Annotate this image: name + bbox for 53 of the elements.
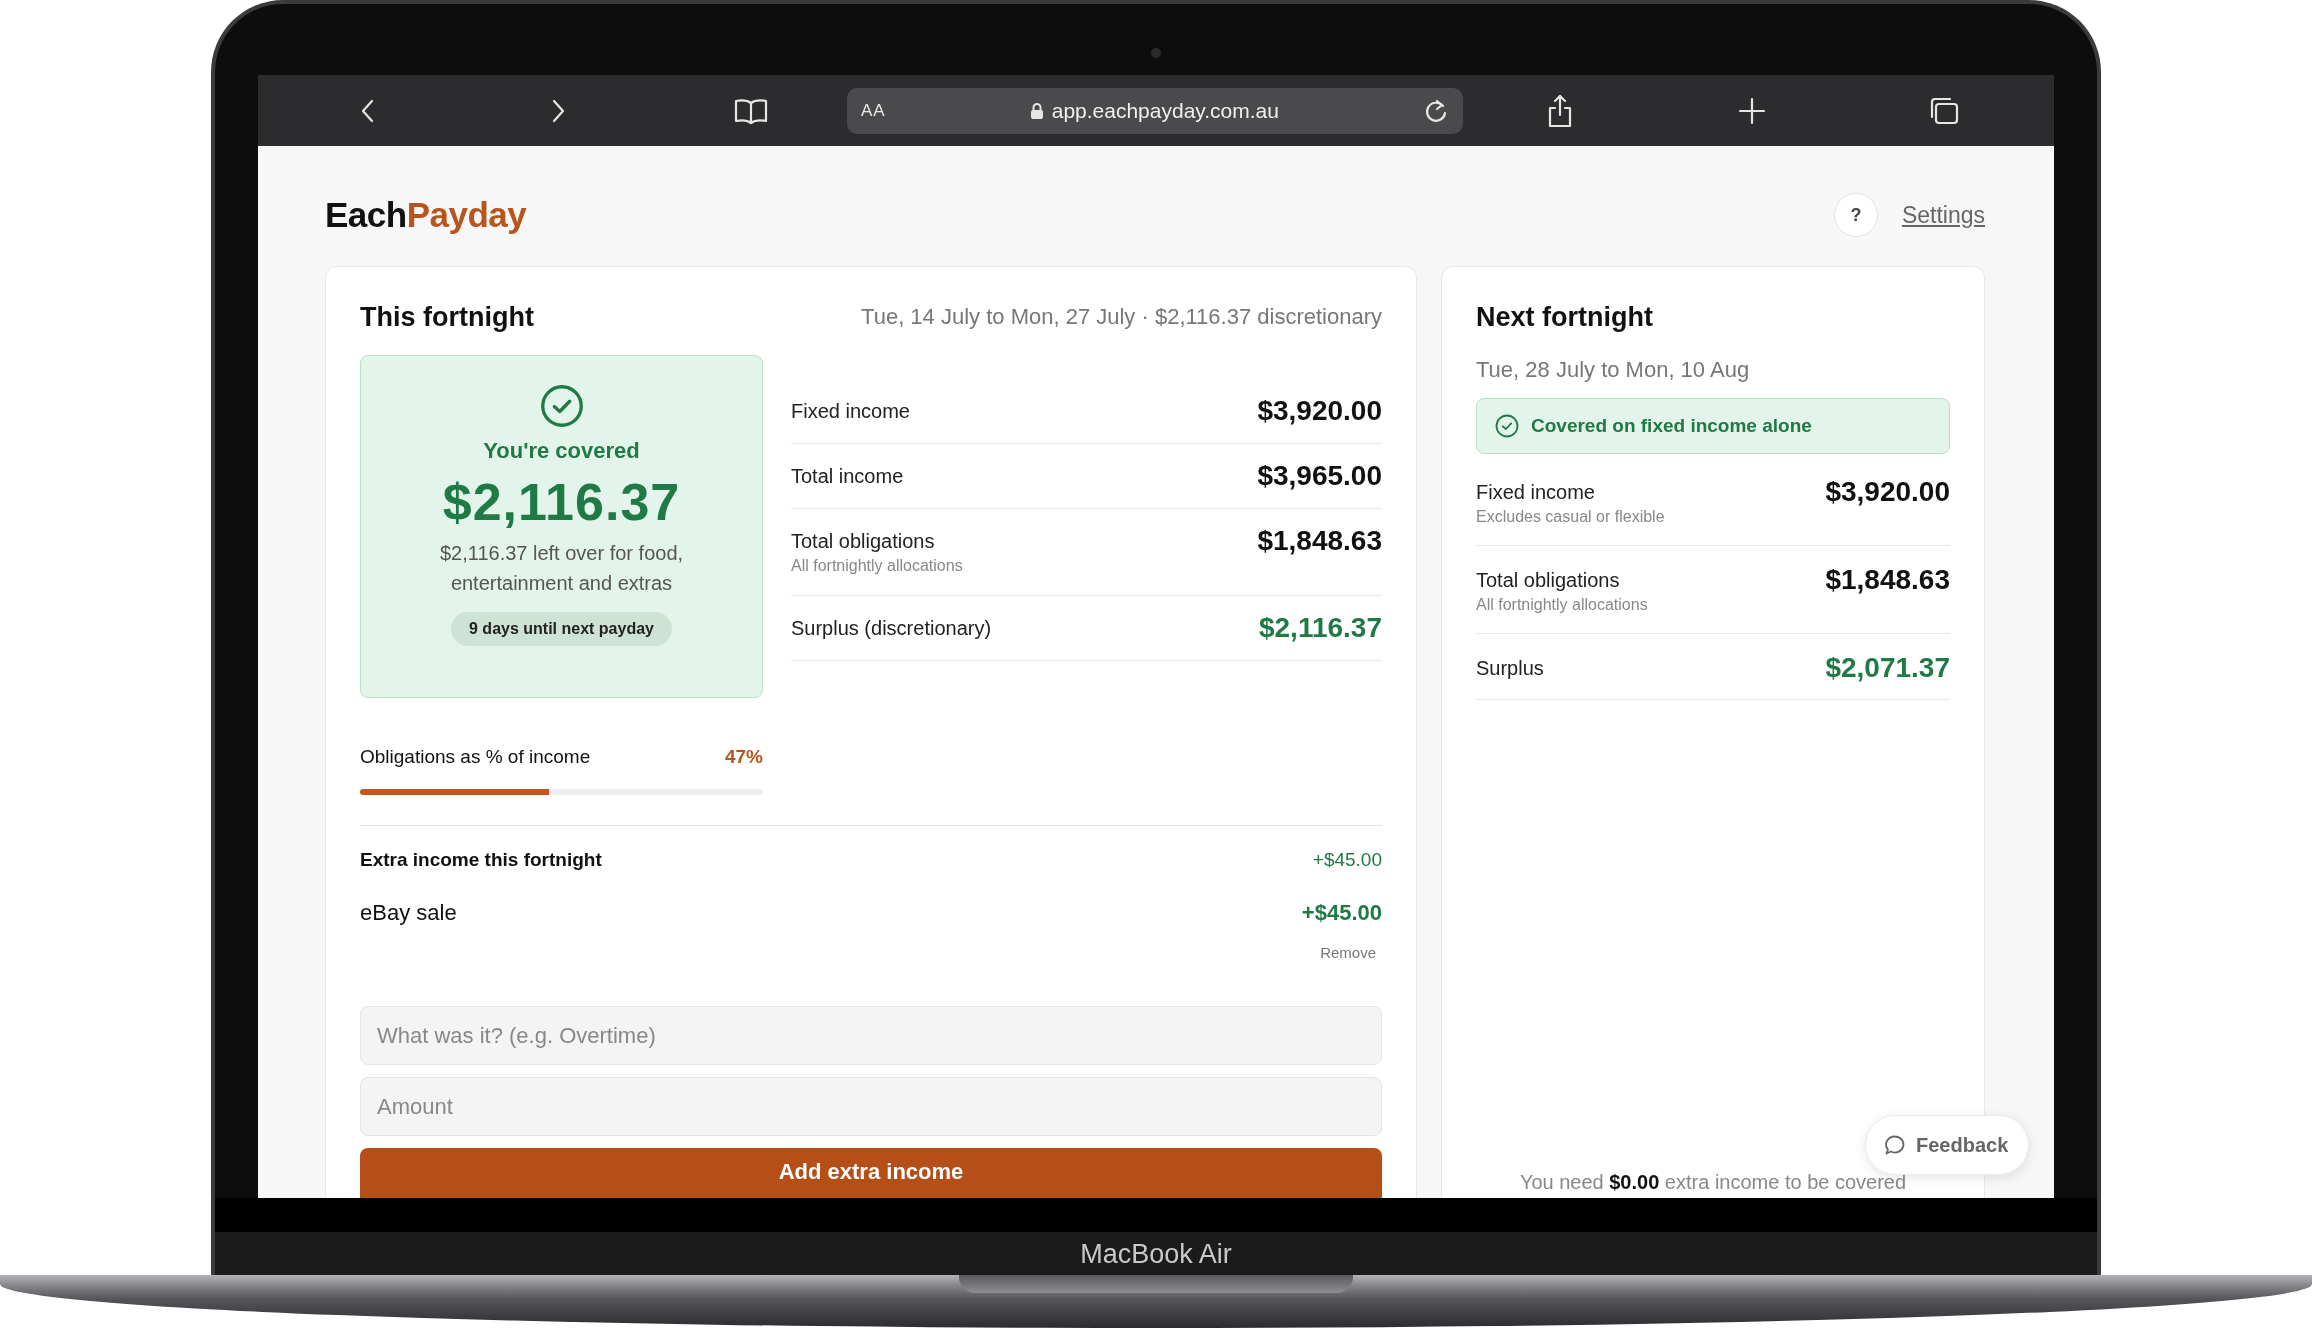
status-heading: You're covered [483, 438, 640, 464]
metric-label: Total income [791, 464, 904, 489]
ratio-value: 47% [724, 745, 763, 769]
metric-value: $1,848.63 [1257, 527, 1382, 555]
laptop-label: MacBook Air [1080, 1239, 1232, 1271]
payday-badge: 9 days until next payday [451, 612, 672, 646]
lock-icon [1029, 101, 1044, 120]
check-circle-icon [1495, 414, 1519, 438]
period-text: Tue, 14 July to Mon, 27 July · $2,116.37 discretionary [861, 304, 1382, 330]
feedback-button[interactable]: Feedback [1865, 1115, 2030, 1175]
metric-label: Fixed income [791, 399, 910, 424]
metric-note: Excludes casual or flexible [1476, 507, 1665, 527]
plus-icon[interactable] [1738, 96, 1766, 125]
metric-value: $1,848.63 [1825, 566, 1950, 594]
card-title: Next fortnight [1476, 301, 1654, 334]
metric-label: Surplus [1476, 656, 1544, 681]
chat-bubble-icon [1884, 1134, 1906, 1156]
metric-label: Fixed income [1476, 480, 1596, 505]
book-icon[interactable] [734, 96, 768, 125]
metric-label: Surplus (discretionary) [791, 616, 992, 641]
ratio-label: Obligations as % of income [360, 745, 591, 769]
extra-total: +$45.00 [1312, 848, 1382, 872]
remove-link[interactable]: Remove [1320, 944, 1382, 961]
metric-value: $3,920.00 [1257, 397, 1382, 425]
url-text: app.eachpayday.com.au [1051, 98, 1279, 123]
metric-value: $2,071.37 [1825, 654, 1950, 682]
metric-note: All fortnightly allocations [1476, 595, 1648, 615]
status-amount: $2,116.37 [442, 472, 681, 532]
text-size-button[interactable]: AA [861, 100, 886, 121]
address-field[interactable]: AA app.eachpayday.com.au [847, 87, 1463, 134]
period-text: Tue, 28 July to Mon, 10 Aug [1476, 356, 1751, 384]
metric-value: $3,965.00 [1257, 462, 1382, 490]
share-icon[interactable] [1546, 93, 1574, 128]
metric-value: $2,116.37 [1258, 614, 1382, 642]
status-description: $2,116.37 left over for food, entertainment and extras [438, 541, 685, 596]
section-heading: Extra income this fortnight [360, 848, 602, 872]
input-field[interactable]: Amount [360, 1077, 1382, 1136]
add-income-button[interactable]: Add extra income [360, 1148, 1382, 1198]
logo: EachPayday [325, 195, 527, 235]
banner-text: Covered on fixed income alone [1531, 415, 1812, 437]
income-amount: +$45.00 [1301, 899, 1382, 927]
metric-label: Total obligations [791, 529, 936, 554]
check-circle-icon [539, 384, 584, 428]
income-name: eBay sale [360, 899, 457, 927]
metric-value: $3,920.00 [1825, 478, 1950, 506]
tabs-icon[interactable] [1928, 95, 1960, 126]
metric-label: Total obligations [1476, 568, 1621, 593]
input-field[interactable]: What was it? (e.g. Overtime) [360, 1006, 1382, 1065]
help-button[interactable]: ? [1833, 193, 1878, 237]
settings-link[interactable]: Settings [1901, 201, 1985, 229]
card-title: This fortnight [360, 301, 534, 334]
camera-dot [1151, 48, 1161, 58]
metric-note: All fortnightly allocations [791, 556, 963, 576]
